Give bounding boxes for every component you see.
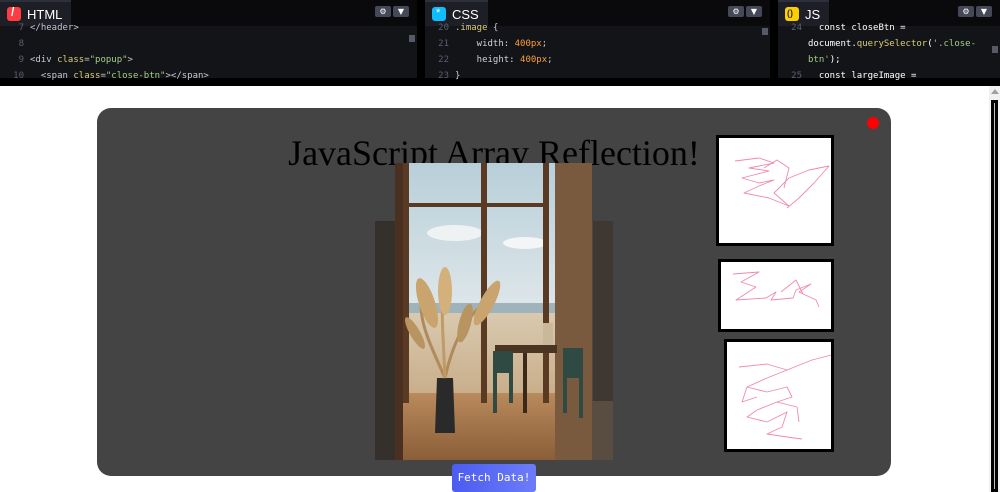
line-number: 10 (13, 71, 24, 81)
editor-panels: HTML ⚙ ▼ 7</header>89<div class="popup">… (0, 0, 1000, 86)
chevron-down-icon: ▼ (397, 7, 405, 16)
js-scroll-marker[interactable] (992, 46, 998, 53)
code-token: 400px (514, 39, 542, 49)
html-code-line[interactable]: 10 <span class="close-btn"></span> (0, 68, 417, 84)
code-token: } (455, 71, 461, 81)
css-code-line[interactable]: 20 .image { (425, 20, 770, 36)
code-token: const closeBtn = (808, 23, 906, 33)
drawing-thumbnail-3[interactable] (724, 339, 834, 452)
drawing-thumbnail-1[interactable] (716, 135, 834, 246)
code-token: > (127, 55, 133, 65)
css-editor[interactable]: CSS ⚙ ▼ 20.image {21 width: 400px;22 hei… (425, 0, 770, 81)
code-token: .image (455, 23, 493, 33)
html-code-line[interactable]: 7 </header> (0, 20, 417, 36)
css-icon (432, 7, 446, 21)
line-number: 8 (18, 39, 24, 49)
code-token: height: (455, 55, 521, 65)
code-token: ; (547, 55, 553, 65)
js-icon (785, 7, 799, 21)
js-code-line[interactable]: 24 const closeBtn = (778, 20, 1000, 36)
code-token: ); (829, 55, 841, 65)
code-token: btn' (808, 55, 830, 65)
popup: JavaScript Array Reflection! (97, 108, 891, 476)
code-token: ></span> (165, 71, 209, 81)
js-code-line[interactable]: document.querySelector('.close- (778, 36, 1000, 52)
html-icon (7, 5, 21, 21)
fetch-data-button[interactable]: Fetch Data! (452, 464, 536, 492)
line-number: 9 (18, 55, 24, 65)
js-collapse-button[interactable]: ▼ (976, 6, 992, 17)
css-code-line[interactable]: 23} (425, 68, 770, 84)
gear-icon: ⚙ (732, 7, 740, 16)
css-code-line[interactable]: 22 height: 400px; (425, 52, 770, 68)
gear-icon: ⚙ (962, 7, 970, 16)
html-settings-button[interactable]: ⚙ (375, 6, 391, 17)
line-number: 7 (18, 23, 24, 33)
html-code[interactable]: 7 </header> 8 9 <div class="popup"> 10 <span … (0, 20, 417, 84)
html-scroll-marker[interactable] (409, 35, 415, 42)
line-number: 24 (791, 23, 802, 33)
scroll-up-arrow-icon[interactable] (991, 89, 999, 94)
chevron-down-icon: ▼ (750, 7, 758, 16)
code-token: document. (808, 39, 857, 49)
close-button[interactable] (867, 117, 879, 129)
large-image (395, 163, 592, 460)
code-token: <div (30, 55, 58, 65)
css-code[interactable]: 20 .image {21 width: 400px; 22 height: 400… (425, 20, 770, 84)
js-settings-button[interactable]: ⚙ (958, 6, 974, 17)
code-token: "close-btn" (105, 71, 166, 81)
code-token: querySelector (856, 39, 928, 49)
css-code-line[interactable]: 21 width: 400px; (425, 36, 770, 52)
css-collapse-button[interactable]: ▼ (746, 6, 762, 17)
code-token: '.close- (932, 39, 977, 49)
html-code-line[interactable]: 9 <div class="popup"> (0, 52, 417, 68)
line-number: 21 (438, 39, 449, 49)
js-code-line[interactable]: btn'); (778, 52, 1000, 68)
preview-scrollbar[interactable] (989, 86, 1000, 492)
html-code-line[interactable]: 8 (0, 36, 417, 52)
code-token: 400px (520, 55, 548, 65)
code-token: const largeImage = (808, 71, 917, 81)
js-code-line[interactable]: 25 const largeImage = (778, 68, 1000, 84)
line-number: 20 (438, 23, 449, 33)
code-token: class (73, 71, 101, 81)
code-token: width: (455, 39, 515, 49)
js-code[interactable]: 24 const closeBtn = document.querySelecto… (778, 20, 1000, 84)
css-settings-button[interactable]: ⚙ (728, 6, 744, 17)
scrollbar-thumb[interactable] (991, 100, 998, 492)
js-editor[interactable]: JS ⚙ ▼ 24 const closeBtn =document.query… (778, 0, 1000, 81)
chevron-down-icon: ▼ (980, 7, 988, 16)
html-collapse-button[interactable]: ▼ (393, 6, 409, 17)
code-token: class (57, 55, 85, 65)
code-token: </header> (30, 23, 79, 33)
html-editor[interactable]: HTML ⚙ ▼ 7</header>89<div class="popup">… (0, 0, 417, 81)
line-number: 23 (438, 71, 449, 81)
code-token: { (492, 23, 499, 33)
code-token: ; (541, 39, 548, 49)
code-token: "popup" (89, 55, 128, 65)
css-scroll-marker[interactable] (762, 28, 768, 35)
line-number: 22 (438, 55, 449, 65)
gear-icon: ⚙ (379, 7, 387, 16)
drawing-thumbnail-2[interactable] (718, 259, 834, 332)
line-number: 25 (791, 71, 802, 81)
code-token: <span (30, 71, 74, 81)
